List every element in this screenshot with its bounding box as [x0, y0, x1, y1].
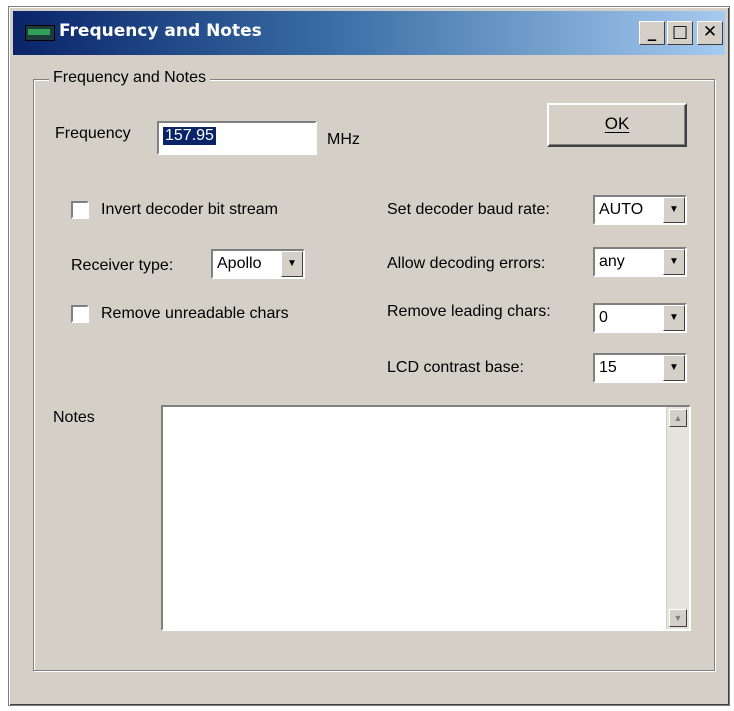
- chevron-down-icon[interactable]: ▼: [281, 251, 303, 277]
- chevron-down-icon[interactable]: ▼: [663, 249, 685, 275]
- notes-textarea[interactable]: ▲ ▼: [161, 405, 691, 631]
- scroll-down-icon[interactable]: ▼: [669, 609, 687, 627]
- baud-rate-label: Set decoder baud rate:: [387, 201, 550, 218]
- leading-chars-select[interactable]: 0 ▼: [593, 303, 687, 333]
- window-title: Frequency and Notes: [59, 21, 262, 41]
- chevron-down-icon[interactable]: ▼: [663, 305, 685, 331]
- decoding-errors-select[interactable]: any ▼: [593, 247, 687, 277]
- baud-rate-select[interactable]: AUTO ▼: [593, 195, 687, 225]
- lcd-contrast-select[interactable]: 15 ▼: [593, 353, 687, 383]
- chevron-down-icon[interactable]: ▼: [663, 197, 685, 223]
- frequency-value: 157.95: [163, 127, 216, 145]
- ok-button-label: OK: [604, 114, 630, 133]
- frequency-input[interactable]: 157.95: [157, 121, 317, 155]
- title-bar[interactable]: Frequency and Notes _ □ ✕: [13, 11, 725, 55]
- receiver-type-select[interactable]: Apollo ▼: [211, 249, 305, 279]
- lcd-contrast-label: LCD contrast base:: [387, 359, 524, 376]
- invert-bitstream-checkbox[interactable]: [71, 201, 89, 219]
- receiver-type-label: Receiver type:: [71, 257, 174, 274]
- maximize-button[interactable]: □: [667, 21, 693, 45]
- decoding-errors-label: Allow decoding errors:: [387, 255, 546, 272]
- close-button[interactable]: ✕: [697, 21, 723, 45]
- chevron-down-icon[interactable]: ▼: [663, 355, 685, 381]
- lcd-contrast-value: 15: [599, 359, 617, 376]
- notes-label: Notes: [53, 409, 95, 426]
- decoding-errors-value: any: [599, 253, 625, 270]
- app-icon: [25, 25, 55, 41]
- receiver-type-value: Apollo: [217, 255, 262, 272]
- baud-rate-value: AUTO: [599, 201, 644, 218]
- notes-scrollbar[interactable]: ▲ ▼: [666, 407, 689, 629]
- frequency-label: Frequency: [55, 125, 131, 142]
- scroll-up-icon[interactable]: ▲: [669, 409, 687, 427]
- invert-bitstream-label: Invert decoder bit stream: [101, 201, 278, 218]
- dialog-window: Frequency and Notes _ □ ✕ Frequency and …: [8, 6, 730, 706]
- frequency-unit: MHz: [327, 131, 360, 148]
- group-label: Frequency and Notes: [49, 69, 210, 87]
- ok-button[interactable]: OK: [547, 103, 687, 147]
- remove-unreadable-label: Remove unreadable chars: [101, 305, 289, 322]
- leading-chars-label: Remove leading chars:: [387, 303, 551, 320]
- minimize-button[interactable]: _: [639, 21, 665, 45]
- remove-unreadable-checkbox[interactable]: [71, 305, 89, 323]
- leading-chars-value: 0: [599, 309, 608, 326]
